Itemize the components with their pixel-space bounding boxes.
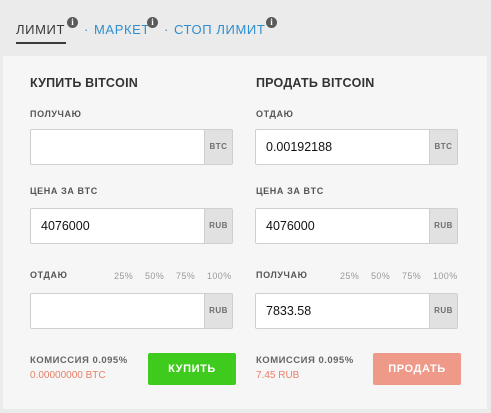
sell-price-currency: RUB (429, 209, 457, 243)
sell-percent-50[interactable]: 50% (371, 271, 390, 281)
buy-percent-75[interactable]: 75% (176, 271, 195, 281)
info-icon[interactable]: i (67, 17, 78, 28)
buy-price-value[interactable]: 4076000 (41, 209, 90, 243)
sell-percent-25[interactable]: 25% (340, 271, 359, 281)
buy-fee-value: 0.00000000 BTC (30, 370, 106, 381)
tab-separator: · (164, 22, 169, 37)
sell-percent-75[interactable]: 75% (402, 271, 421, 281)
buy-give-field[interactable]: RUB (30, 293, 233, 329)
buy-percent-25[interactable]: 25% (114, 271, 133, 281)
sell-receive-field[interactable]: 7833.58 RUB (255, 293, 458, 329)
sell-title: ПРОДАТЬ BITCOIN (256, 76, 375, 90)
buy-receive-currency: BTC (204, 130, 232, 164)
sell-fee-label: КОМИССИЯ 0.095% (256, 355, 354, 366)
buy-price-label: ЦЕНА ЗА BTC (30, 186, 98, 196)
buy-give-label: ОТДАЮ (30, 270, 68, 280)
buy-fee-currency: BTC (85, 370, 106, 381)
info-icon[interactable]: i (266, 17, 277, 28)
buy-fee-label: КОМИССИЯ 0.095% (30, 355, 128, 366)
buy-give-currency: RUB (204, 294, 232, 328)
active-tab-underline (16, 42, 66, 44)
buy-percent-100[interactable]: 100% (207, 271, 232, 281)
order-type-tabs: ЛИМИТ i · МАРКЕТ i · СТОП ЛИМИТ i (0, 0, 491, 52)
tab-stop-limit[interactable]: СТОП ЛИМИТ (174, 22, 265, 37)
sell-price-field[interactable]: 4076000 RUB (255, 208, 458, 244)
sell-receive-value[interactable]: 7833.58 (266, 294, 311, 328)
buy-price-field[interactable]: 4076000 RUB (30, 208, 233, 244)
sell-fee-value: 7.45 RUB (256, 370, 300, 381)
tab-market[interactable]: МАРКЕТ (94, 22, 150, 37)
buy-percent-50[interactable]: 50% (145, 271, 164, 281)
buy-fee-amount: 0.00000000 (30, 370, 83, 381)
buy-price-currency: RUB (204, 209, 232, 243)
sell-give-currency: BTC (429, 130, 457, 164)
sell-price-value[interactable]: 4076000 (266, 209, 315, 243)
sell-receive-currency: RUB (429, 294, 457, 328)
sell-percent-100[interactable]: 100% (433, 271, 458, 281)
info-icon[interactable]: i (147, 17, 158, 28)
buy-title: КУПИТЬ BITCOIN (30, 76, 138, 90)
sell-give-field[interactable]: 0.00192188 BTC (255, 129, 458, 165)
sell-price-label: ЦЕНА ЗА BTC (256, 186, 324, 196)
tab-limit[interactable]: ЛИМИТ (16, 22, 65, 37)
buy-receive-label: ПОЛУЧАЮ (30, 109, 82, 119)
buy-receive-field[interactable]: BTC (30, 129, 233, 165)
sell-button[interactable]: ПРОДАТЬ (373, 353, 461, 385)
tab-separator: · (84, 22, 89, 37)
sell-give-label: ОТДАЮ (256, 109, 294, 119)
sell-give-value[interactable]: 0.00192188 (266, 130, 332, 164)
sell-receive-label: ПОЛУЧАЮ (256, 270, 308, 280)
buy-button[interactable]: КУПИТЬ (148, 353, 236, 385)
order-panel: КУПИТЬ BITCOIN ПОЛУЧАЮ BTC ЦЕНА ЗА BTC 4… (3, 56, 487, 409)
